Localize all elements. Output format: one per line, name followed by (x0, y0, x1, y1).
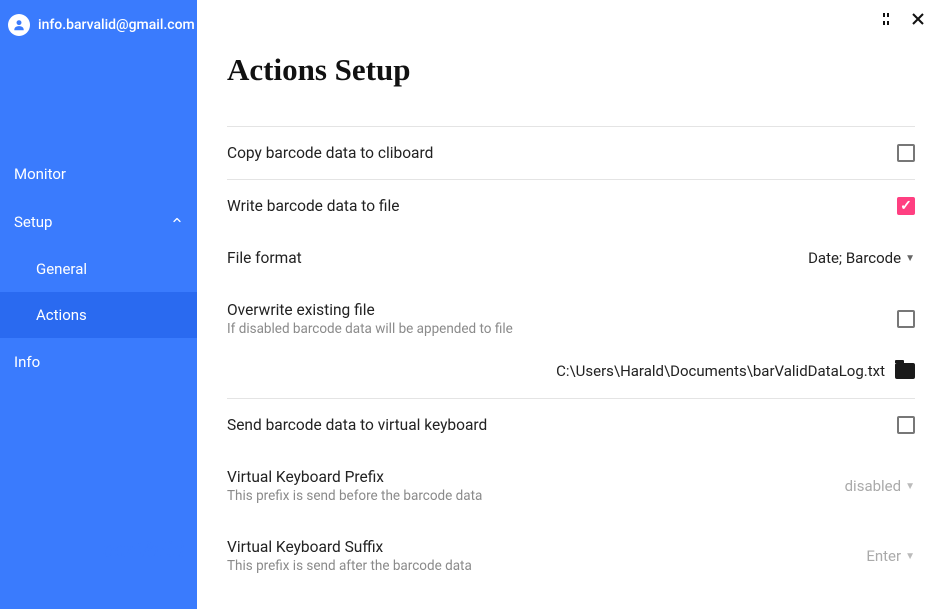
sidebar-item-label: General (36, 260, 87, 278)
row-label: Virtual Keyboard Suffix (227, 538, 854, 556)
row-file-format: File format Date; Barcode ▼ (227, 232, 915, 284)
sidebar-nav: Monitor Setup General Actions Info (0, 150, 197, 386)
window-controls (877, 10, 927, 28)
logo-text: barValid (102, 537, 186, 563)
row-label: Write barcode data to file (227, 197, 885, 215)
row-label: Virtual Keyboard Prefix (227, 468, 833, 486)
row-sublabel: This prefix is send after the barcode da… (227, 558, 854, 574)
row-label: Overwrite existing file (227, 301, 885, 319)
main-content: Actions Setup Copy barcode data to clibo… (197, 0, 941, 609)
dropdown-value-text: disabled (845, 477, 902, 495)
row-write-file: Write barcode data to file (227, 179, 915, 232)
sidebar-item-info[interactable]: Info (0, 338, 197, 386)
sidebar-item-general[interactable]: General (0, 246, 197, 292)
dropdown-vk-suffix[interactable]: Enter ▼ (866, 547, 915, 565)
close-icon[interactable] (909, 10, 927, 28)
sidebar-item-label: Monitor (14, 165, 66, 183)
row-label: Send barcode data to virtual keyboard (227, 416, 885, 434)
dropdown-value-text: Enter (866, 547, 901, 565)
sidebar-subnav-setup: General Actions (0, 246, 197, 338)
row-label: Copy barcode data to cliboard (227, 144, 885, 162)
checkbox-copy-clipboard[interactable] (897, 144, 915, 162)
sidebar-item-monitor[interactable]: Monitor (0, 150, 197, 198)
page-title: Actions Setup (227, 52, 915, 88)
restore-icon[interactable] (877, 10, 895, 28)
checkbox-overwrite[interactable] (897, 310, 915, 328)
brand-logo: barValid (0, 523, 197, 601)
filepath-text: C:\Users\Harald\Documents\barValidDataLo… (556, 362, 885, 380)
dropdown-file-format[interactable]: Date; Barcode ▼ (808, 249, 915, 267)
chevron-down-icon: ▼ (905, 551, 915, 562)
sidebar-header: info.barvalid@gmail.com (0, 0, 197, 50)
checkbox-virtual-keyboard[interactable] (897, 416, 915, 434)
folder-icon[interactable] (895, 363, 915, 379)
account-email: info.barvalid@gmail.com (38, 17, 195, 33)
chevron-down-icon: ▼ (905, 481, 915, 492)
app-root: info.barvalid@gmail.com Monitor Setup Ge… (0, 0, 941, 609)
chevron-up-icon (171, 214, 183, 230)
checkbox-write-file[interactable] (897, 197, 915, 215)
dropdown-vk-prefix[interactable]: disabled ▼ (845, 477, 915, 495)
sidebar-item-label: Setup (14, 213, 52, 231)
sidebar-item-label: Actions (36, 306, 87, 324)
dropdown-value-text: Date; Barcode (808, 249, 901, 267)
account-icon (8, 14, 30, 36)
row-copy-clipboard: Copy barcode data to cliboard (227, 126, 915, 179)
sidebar-item-label: Info (14, 353, 40, 371)
row-vk-suffix: Virtual Keyboard Suffix This prefix is s… (227, 521, 915, 591)
sidebar: info.barvalid@gmail.com Monitor Setup Ge… (0, 0, 197, 609)
row-virtual-keyboard: Send barcode data to virtual keyboard (227, 398, 915, 451)
chevron-down-icon: ▼ (905, 253, 915, 264)
sidebar-item-actions[interactable]: Actions (0, 292, 197, 338)
row-overwrite: Overwrite existing file If disabled barc… (227, 284, 915, 354)
row-vk-prefix: Virtual Keyboard Prefix This prefix is s… (227, 451, 915, 521)
row-label: File format (227, 249, 796, 267)
row-filepath: C:\Users\Harald\Documents\barValidDataLo… (227, 354, 915, 398)
sidebar-item-setup[interactable]: Setup (0, 198, 197, 246)
row-sublabel: If disabled barcode data will be appende… (227, 321, 885, 337)
row-sublabel: This prefix is send before the barcode d… (227, 488, 833, 504)
